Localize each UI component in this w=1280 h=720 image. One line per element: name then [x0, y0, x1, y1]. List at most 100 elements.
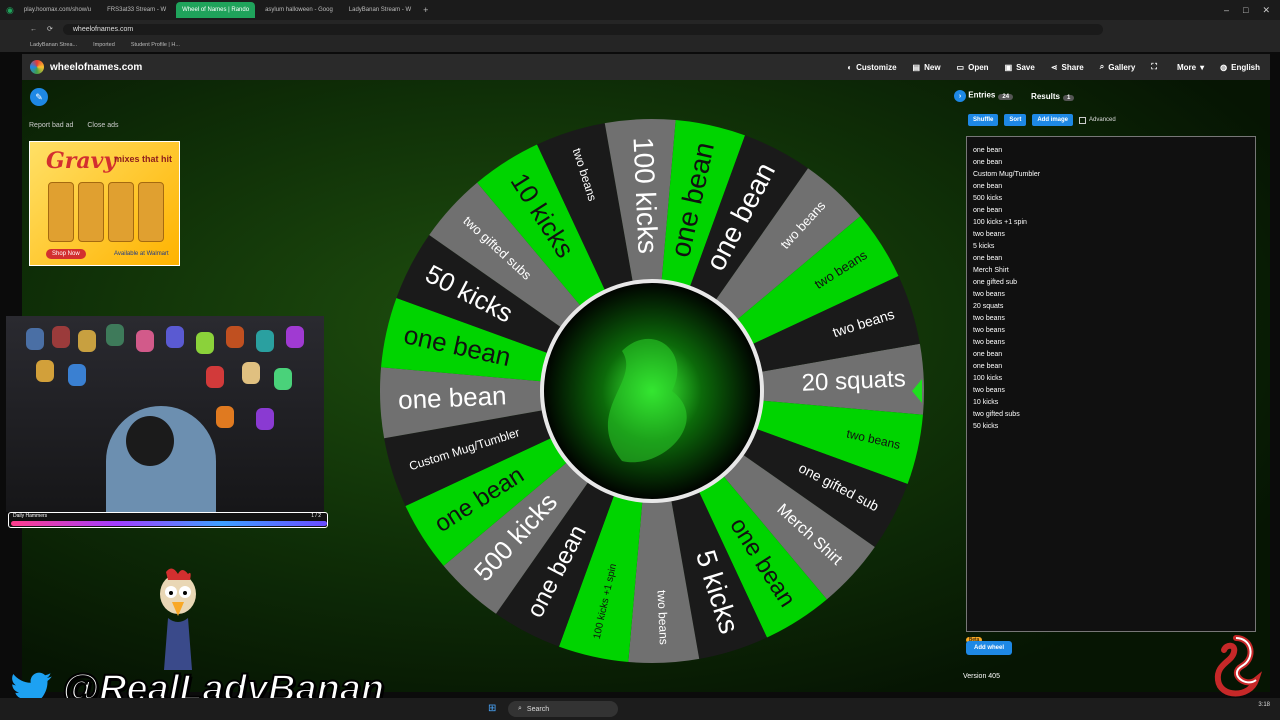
- close-ads-link[interactable]: Close ads: [87, 122, 118, 129]
- add-image-button[interactable]: Add image: [1032, 114, 1074, 126]
- windows-start-icon[interactable]: ⊞: [488, 703, 496, 714]
- wheel[interactable]: 20 squats two beans one gifted sub Merch Sh…: [377, 116, 927, 666]
- edit-pencil-icon[interactable]: ✎: [30, 88, 48, 106]
- file-icon: ▤: [912, 62, 921, 72]
- share-icon: ⋖: [1050, 62, 1058, 72]
- wheel-svg[interactable]: 20 squatstwo beansone gifted subMerch Sh…: [377, 116, 927, 666]
- browser-tab[interactable]: play.hoomax.com/show/u: [18, 2, 97, 18]
- bookmark-item[interactable]: Student Profile | H...: [131, 42, 180, 48]
- entry-line: two beans: [973, 231, 1005, 238]
- back-icon[interactable]: ←: [30, 26, 37, 33]
- shuffle-button[interactable]: Shuffle: [968, 114, 999, 126]
- search-icon: ⌕: [518, 705, 522, 712]
- browser-tab-strip: ◉ play.hoomax.com/show/u FRS3at33 Stream…: [0, 0, 1280, 20]
- nav-item[interactable]: ◐ Customize: [847, 62, 896, 72]
- clock: 3:18: [1258, 702, 1270, 708]
- entry-line: 100 kicks: [973, 375, 1003, 382]
- version-text: Version 405: [963, 673, 1000, 680]
- browser-tab[interactable]: FRS3at33 Stream - W: [101, 2, 172, 18]
- search-icon: ⌕: [1099, 62, 1105, 71]
- streamer-logo: [1214, 635, 1263, 697]
- streamer-head: [126, 416, 174, 466]
- bookmarks-bar: LadyBanan Strea... Imported Student Prof…: [0, 38, 1280, 52]
- report-ad-link[interactable]: Report bad ad: [29, 122, 73, 129]
- entry-line: one bean: [973, 183, 1003, 190]
- site-navbar: wheelofnames.com ◐ Customize ▤ New ▭ Open ▣ Sav…: [22, 54, 1270, 80]
- checkbox-icon: [1079, 116, 1087, 124]
- nav-item[interactable]: ⛶: [1151, 62, 1161, 72]
- entry-line: two beans: [973, 387, 1005, 394]
- entry-line: 20 squats: [973, 303, 1004, 310]
- sort-button[interactable]: Sort: [1004, 114, 1027, 126]
- entry-line: Merch Shirt: [973, 267, 1009, 274]
- product-packet: [78, 182, 104, 242]
- stream-progress-bar: Daily Hammers 1 / 2: [8, 512, 328, 528]
- entry-line: one bean: [973, 147, 1003, 154]
- entries-panel: › Entries 24 Results 1 Shuffle Sort Add im…: [954, 88, 1266, 688]
- palette-icon: ◐: [847, 62, 853, 72]
- entry-line: one bean: [973, 351, 1003, 358]
- nav-item[interactable]: ⌕ Gallery: [1100, 62, 1136, 72]
- panel-tabs: › Entries 24 Results 1: [954, 88, 1266, 104]
- nav-item[interactable]: ▭ Open: [957, 62, 989, 72]
- entry-line: two beans: [973, 327, 1005, 334]
- site-logo[interactable]: wheelofnames.com: [30, 60, 142, 74]
- minimize-icon[interactable]: –: [1224, 5, 1229, 16]
- wheel-segment-label: one bean: [397, 380, 507, 415]
- advertisement[interactable]: Gravy mixes that hit Shop Now Available …: [29, 141, 180, 266]
- bookmark-item[interactable]: LadyBanan Strea...: [30, 42, 77, 48]
- add-wheel-button[interactable]: Add wheel: [966, 641, 1013, 655]
- new-tab-icon[interactable]: +: [423, 5, 428, 15]
- entry-line: two beans: [973, 339, 1005, 346]
- address-bar: ← ⟳ wheelofnames.com: [0, 20, 1280, 38]
- wheel-segment-label: 100 kicks: [628, 136, 664, 254]
- globe-icon: ◍: [1220, 62, 1228, 72]
- reload-icon[interactable]: ⟳: [47, 25, 53, 33]
- entry-tools: Shuffle Sort Add image Advanced: [968, 114, 1116, 126]
- entry-line: one bean: [973, 159, 1003, 166]
- entry-line: one bean: [973, 363, 1003, 370]
- browser-tab[interactable]: asylum halloween - Goog: [259, 2, 339, 18]
- entry-line: two gifted subs: [973, 411, 1020, 418]
- bookmark-item[interactable]: Imported: [93, 42, 115, 48]
- save-icon: ▣: [1004, 62, 1013, 72]
- maximize-icon[interactable]: □: [1243, 5, 1248, 16]
- browser-tab-active[interactable]: Wheel of Names | Rando: [176, 2, 256, 18]
- entry-line: two beans: [973, 291, 1005, 298]
- wheel-segment-label: two beans: [655, 590, 671, 645]
- entry-line: 100 kicks +1 spin: [973, 219, 1027, 226]
- advanced-checkbox[interactable]: Advanced: [1079, 116, 1116, 124]
- nav-item[interactable]: ▤ New: [913, 62, 941, 72]
- ad-controls: Report bad ad Close ads: [29, 122, 119, 129]
- entry-line: 5 kicks: [973, 243, 995, 250]
- shop-now-button[interactable]: Shop Now: [46, 249, 86, 259]
- nav-item[interactable]: ⋖ Share: [1051, 62, 1084, 72]
- tab-entries[interactable]: › Entries 24: [954, 90, 1014, 102]
- retailer-text: Available at Walmart: [114, 251, 169, 257]
- product-packet: [48, 182, 74, 242]
- close-window-icon[interactable]: ✕: [1262, 5, 1270, 16]
- entry-line: 50 kicks: [973, 423, 999, 430]
- nav-item[interactable]: More ▾: [1177, 62, 1204, 72]
- tab-results[interactable]: Results 1: [1031, 92, 1075, 101]
- rooster-mascot: [160, 568, 196, 670]
- taskbar-search[interactable]: ⌕ Search: [508, 701, 618, 717]
- entry-line: one gifted sub: [973, 279, 1017, 286]
- chevron-down-icon: ▾: [1200, 62, 1205, 72]
- entry-line: 10 kicks: [973, 399, 999, 406]
- browser-menu-icon[interactable]: ◉: [6, 5, 14, 16]
- fullscreen-icon: ⛶: [1151, 62, 1157, 71]
- entries-textarea[interactable]: one bean one bean Custom Mug/Tumbler one be…: [966, 136, 1256, 632]
- browser-tab[interactable]: LadyBanan Stream - W: [343, 2, 417, 18]
- entry-line: one bean: [973, 207, 1003, 214]
- nav-item[interactable]: ◍ English: [1220, 62, 1260, 72]
- product-packet: [138, 182, 164, 242]
- nav-item[interactable]: ▣ Save: [1005, 62, 1035, 72]
- url-input[interactable]: wheelofnames.com: [62, 23, 1103, 35]
- collapse-arrow-icon[interactable]: ›: [954, 90, 966, 102]
- wheel-logo-icon: [30, 60, 44, 74]
- entry-line: two beans: [973, 315, 1005, 322]
- wheel-segment-label: 20 squats: [801, 365, 906, 397]
- nav-menu: ◐ Customize ▤ New ▭ Open ▣ Save ⋖ Share ⌕ Gallery ⛶ M…: [847, 62, 1260, 72]
- ad-tagline: mixes that hit: [114, 154, 173, 164]
